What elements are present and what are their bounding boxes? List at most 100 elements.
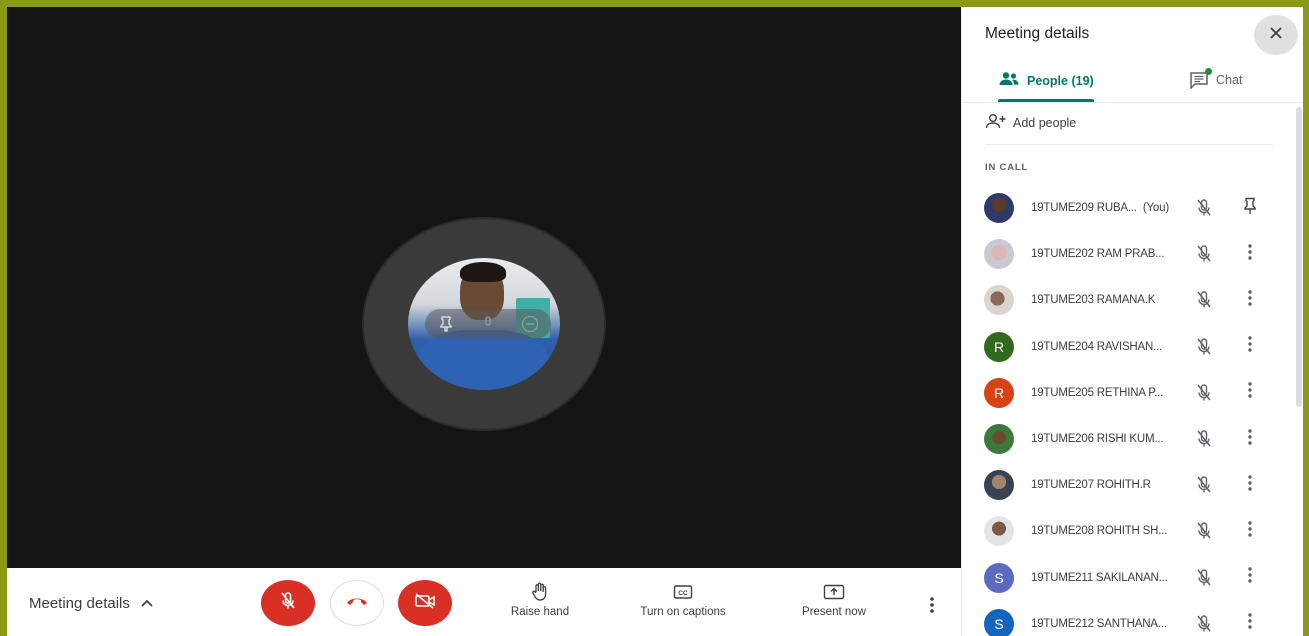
participant-name: 19TUME207 ROHITH.R	[1031, 479, 1151, 491]
participant-list: 19TUME209 RUBA... (You) 19TUME202 RAM PRAB…	[962, 185, 1303, 636]
avatar: S	[984, 608, 1014, 636]
person-shirt	[418, 330, 548, 390]
avatar: R	[984, 331, 1014, 362]
close-icon	[1269, 26, 1283, 45]
participant-more-button[interactable]	[1240, 428, 1260, 450]
participant-name-text: 19TUME204 RAVISHAN...	[1031, 340, 1163, 353]
panel-title: Meeting details	[985, 25, 1090, 42]
more-vert-icon	[1248, 382, 1252, 403]
avatar	[984, 239, 1014, 270]
add-people-label: Add people	[1013, 115, 1077, 130]
close-panel-button[interactable]	[1254, 15, 1298, 55]
tab-chat-label: Chat	[1216, 73, 1243, 87]
raise-hand-button[interactable]: Raise hand	[505, 582, 575, 618]
participant-name-text: 19TUME208 ROHITH SH...	[1031, 525, 1168, 538]
panel-scrollbar[interactable]	[1296, 107, 1302, 407]
in-call-heading: IN CALL	[985, 162, 1029, 173]
meeting-details-label: Meeting details	[29, 594, 130, 612]
participant-more-button[interactable]	[1240, 567, 1260, 589]
participant-name-text: 19TUME211 SAKILANAN...	[1031, 571, 1168, 584]
captions-label: Turn on captions	[640, 606, 726, 618]
mic-off-icon	[1193, 289, 1215, 311]
panel-tabs: People (19) Chat	[962, 63, 1303, 103]
mic-off-icon	[1193, 567, 1215, 589]
meet-window: Meeting details Raise hand CC Turn on ca…	[7, 7, 1303, 636]
mic-off-icon	[1193, 197, 1215, 219]
self-tile-controls	[425, 309, 551, 339]
unread-dot	[1205, 68, 1212, 75]
avatar	[984, 470, 1014, 501]
participant-more-button[interactable]	[1240, 336, 1260, 358]
camera-toggle-button[interactable]	[398, 580, 452, 626]
more-vert-icon	[1248, 567, 1252, 588]
participant-more-button[interactable]	[1240, 382, 1260, 404]
mic-off-icon	[1193, 382, 1215, 404]
participant-name: 19TUME202 RAM PRAB...	[1031, 248, 1164, 260]
meeting-details-button[interactable]: Meeting details	[29, 590, 154, 616]
participant-row[interactable]: 19TUME202 RAM PRAB...	[962, 231, 1303, 277]
remove-icon[interactable]	[520, 314, 540, 334]
present-now-label: Present now	[802, 606, 866, 618]
mic-off-icon	[1193, 613, 1215, 635]
avatar: S	[984, 562, 1014, 593]
svg-text:CC: CC	[678, 590, 688, 597]
mic-toggle-button[interactable]	[261, 580, 315, 626]
chat-icon	[1189, 68, 1212, 89]
chevron-up-icon	[140, 595, 154, 611]
participant-name: 19TUME211 SAKILANAN...	[1031, 572, 1168, 584]
participant-name: 19TUME206 RISHI KUM...	[1031, 433, 1164, 445]
participant-row[interactable]: 19TUME207 ROHITH.R	[962, 462, 1303, 508]
mic-off-icon	[1193, 428, 1215, 450]
mute-icon[interactable]	[478, 314, 498, 334]
participant-name: 19TUME204 RAVISHAN...	[1031, 341, 1162, 353]
mic-off-icon	[1193, 243, 1215, 265]
tab-chat[interactable]: Chat	[1189, 68, 1243, 89]
participant-row[interactable]: R 19TUME205 RETHINA P...	[962, 370, 1303, 416]
bottom-control-bar: Meeting details Raise hand CC Turn on ca…	[7, 568, 961, 636]
participant-row[interactable]: 19TUME209 RUBA... (You)	[962, 185, 1303, 231]
participant-row[interactable]: R 19TUME204 RAVISHAN...	[962, 324, 1303, 370]
videocam-off-icon	[414, 592, 436, 615]
more-vert-icon	[1248, 336, 1252, 357]
participant-row[interactable]: S 19TUME211 SAKILANAN...	[962, 555, 1303, 601]
participant-more-button[interactable]	[1240, 243, 1260, 265]
pin-icon[interactable]	[436, 314, 456, 334]
captions-button[interactable]: CC Turn on captions	[631, 582, 735, 618]
participant-name: 19TUME205 RETHINA P...	[1031, 387, 1163, 399]
participant-row[interactable]: 19TUME203 RAMANA.K	[962, 277, 1303, 323]
hand-icon	[531, 582, 549, 602]
pin-button[interactable]	[1240, 197, 1260, 219]
participant-name-text: 19TUME205 RETHINA P...	[1031, 386, 1164, 399]
more-options-button[interactable]	[922, 594, 942, 620]
participant-name-text: 19TUME203 RAMANA.K	[1031, 294, 1156, 307]
more-vert-icon	[1248, 613, 1252, 634]
participant-name-text: 19TUME212 SANTHANA...	[1031, 617, 1167, 630]
participant-more-button[interactable]	[1240, 289, 1260, 311]
participant-more-button[interactable]	[1240, 520, 1260, 542]
more-vert-icon	[1248, 521, 1252, 542]
people-icon	[998, 71, 1020, 90]
pin-icon	[1243, 197, 1257, 220]
participant-row[interactable]: 19TUME206 RISHI KUM...	[962, 416, 1303, 462]
participant-row[interactable]: 19TUME208 ROHITH SH...	[962, 508, 1303, 554]
leave-call-button[interactable]	[330, 580, 384, 626]
tab-people[interactable]: People (19)	[998, 71, 1094, 90]
avatar	[984, 424, 1014, 455]
participant-more-button[interactable]	[1240, 613, 1260, 635]
present-now-button[interactable]: Present now	[794, 582, 874, 618]
avatar: R	[984, 377, 1014, 408]
more-vert-icon	[1248, 290, 1252, 311]
mic-off-icon	[1193, 336, 1215, 358]
mic-off-icon	[1193, 520, 1215, 542]
tab-people-label: People (19)	[1027, 73, 1094, 88]
panel-divider	[985, 144, 1273, 145]
video-stage	[7, 7, 961, 568]
more-vert-icon	[1248, 475, 1252, 496]
participant-name-text: 19TUME207 ROHITH.R	[1031, 479, 1151, 492]
person-add-icon	[985, 113, 1007, 132]
mic-off-icon	[1193, 474, 1215, 496]
participant-row[interactable]: S 19TUME212 SANTHANA...	[962, 601, 1303, 636]
participant-name: 19TUME209 RUBA... (You)	[1031, 202, 1169, 214]
add-people-button[interactable]: Add people	[985, 113, 1076, 132]
participant-more-button[interactable]	[1240, 474, 1260, 496]
